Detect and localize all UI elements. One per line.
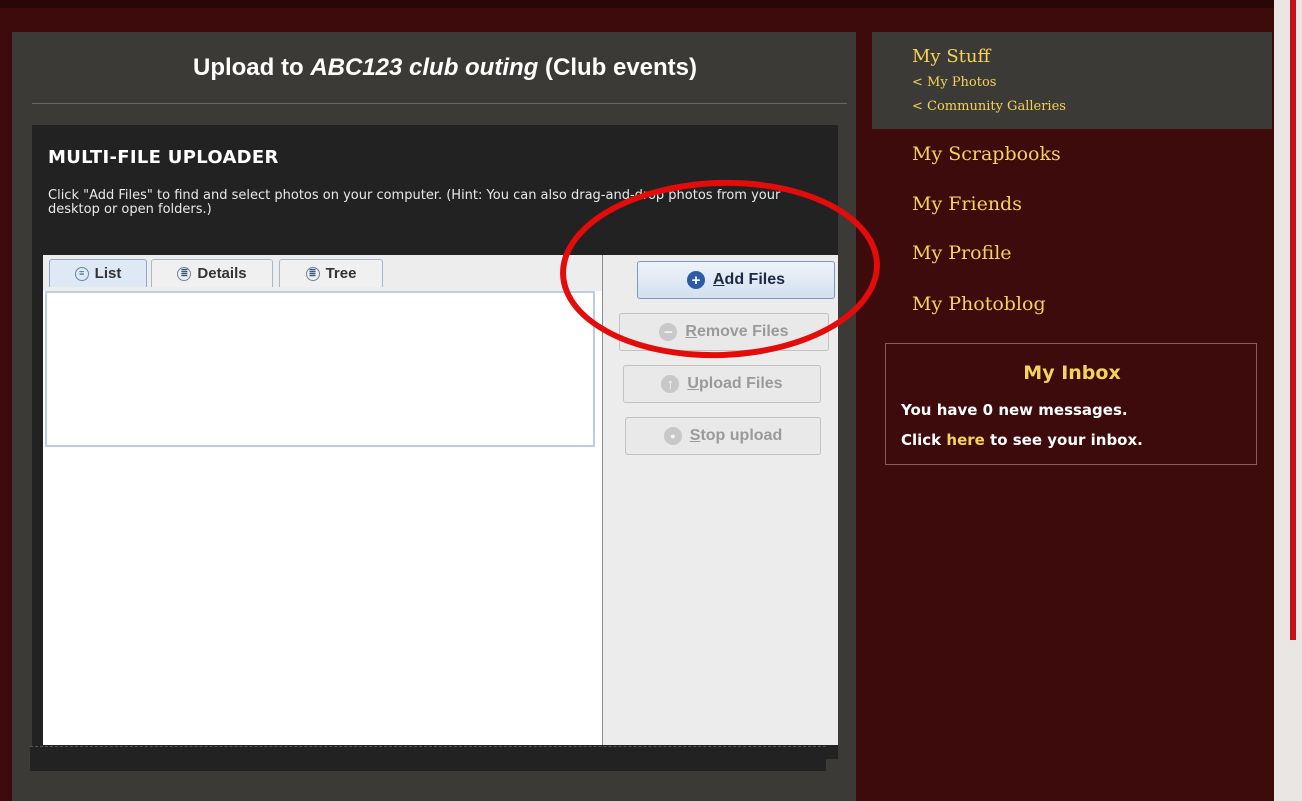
inbox-here-link[interactable]: here [946, 431, 984, 449]
inbox-count-line: You have 0 new messages. [901, 401, 1128, 419]
file-list[interactable] [45, 291, 595, 447]
page-title: Upload to ABC123 club outing (Club event… [32, 54, 858, 82]
upload-panel: Upload to ABC123 club outing (Club event… [12, 32, 856, 801]
uploader-applet: ≡ List ≣ Details ≣ Tree + Add Files − Re… [43, 255, 838, 745]
up-arrow-icon: ↑ [661, 375, 680, 393]
uploader-hint: Click "Add Files" to find and select pho… [48, 188, 781, 217]
tab-details[interactable]: ≣ Details [151, 259, 273, 287]
right-scroll-strip [1274, 0, 1302, 801]
tab-details-label: Details [197, 265, 247, 282]
remove-files-label: Remove Files [685, 323, 789, 340]
tab-tree-label: Tree [325, 265, 357, 282]
inbox-link-line: Click here to see your inbox. [901, 431, 1143, 449]
title-divider [32, 103, 847, 104]
message-count: 0 [982, 401, 994, 419]
left-edge [0, 8, 8, 801]
sidebar-item-photoblog[interactable]: My Photoblog [912, 293, 1046, 315]
sidebar-item-scrapbooks[interactable]: My Scrapbooks [912, 143, 1061, 165]
sidebar-item-profile[interactable]: My Profile [912, 242, 1012, 264]
my-photos-link[interactable]: < My Photos [912, 75, 996, 90]
upload-files-button[interactable]: ↑ Upload Files [623, 365, 821, 403]
tab-list-label: List [94, 265, 122, 282]
bottom-bar [30, 746, 826, 771]
tree-icon: ≣ [305, 266, 320, 281]
inbox-box: My Inbox You have 0 new messages. Click … [885, 343, 1257, 465]
inbox-title: My Inbox [1023, 362, 1121, 384]
stop-icon: ● [663, 427, 682, 445]
my-stuff-menu: My Stuff < My Photos < Community Galleri… [872, 32, 1272, 129]
upload-files-label: Upload Files [687, 375, 783, 392]
right-accent-strip [1290, 0, 1296, 640]
community-galleries-link[interactable]: < Community Galleries [912, 99, 1066, 114]
add-files-button[interactable]: + Add Files [637, 261, 835, 299]
sidebar-item-friends[interactable]: My Friends [912, 193, 1022, 215]
details-icon: ≣ [177, 266, 192, 281]
remove-files-button[interactable]: − Remove Files [619, 313, 829, 351]
list-icon: ≡ [74, 266, 89, 281]
title-suffix: (Club events) [538, 54, 698, 81]
multi-file-uploader: MULTI-FILE UPLOADER Click "Add Files" to… [32, 125, 838, 759]
top-bar [0, 0, 1302, 8]
my-stuff-link[interactable]: My Stuff [912, 46, 990, 67]
tab-list[interactable]: ≡ List [49, 259, 147, 287]
action-buttons: + Add Files − Remove Files ↑ Upload File… [602, 255, 838, 745]
view-tabs: ≡ List ≣ Details ≣ Tree [43, 255, 602, 291]
stop-upload-button[interactable]: ● Stop upload [625, 417, 821, 455]
album-name: ABC123 club outing [310, 54, 539, 81]
plus-icon: + [686, 271, 705, 289]
add-files-label: Add Files [712, 271, 785, 288]
title-prefix: Upload to [192, 54, 311, 81]
minus-icon: − [659, 323, 678, 341]
tab-tree[interactable]: ≣ Tree [279, 259, 383, 287]
stop-upload-label: Stop upload [689, 427, 783, 444]
file-list-empty-area [43, 449, 602, 745]
uploader-heading: MULTI-FILE UPLOADER [48, 147, 279, 168]
